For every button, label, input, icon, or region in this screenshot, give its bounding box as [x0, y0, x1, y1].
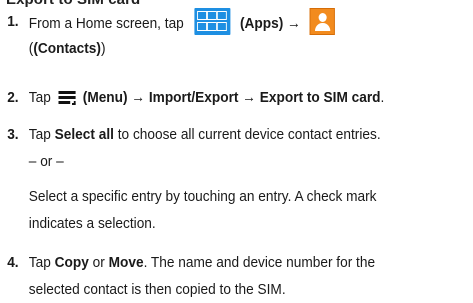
- copy-label: Copy: [54, 254, 89, 271]
- step-text: From a Home screen, tap: [28, 15, 184, 32]
- menu-icon: [58, 90, 76, 105]
- move-label: Move: [108, 254, 144, 271]
- section-heading-cut: Export to SIM card: [6, 0, 140, 8]
- step-number: 1.: [7, 13, 19, 30]
- period: .: [380, 89, 385, 106]
- step-text: Tap: [28, 89, 51, 106]
- step-text: to choose all current device contact ent…: [117, 126, 381, 143]
- select-all-label: Select all: [54, 126, 114, 143]
- contacts-label: (Contacts): [33, 40, 101, 57]
- step-text: Tap: [28, 126, 51, 143]
- step-text: selected contact is then copied to the S…: [28, 281, 286, 298]
- step-text: or: [92, 254, 105, 271]
- import-export-label: Import/Export: [148, 89, 239, 106]
- step-number: 3.: [7, 126, 19, 143]
- or-separator: – or –: [28, 153, 64, 170]
- arrow-icon: →: [131, 89, 146, 106]
- menu-label: (Menu): [82, 89, 128, 106]
- step-text: Select a specific entry by touching an e…: [28, 188, 377, 205]
- step-number: 2.: [7, 89, 19, 106]
- step-number: 4.: [7, 254, 19, 271]
- step-text: . The name and device number for the: [143, 254, 376, 271]
- apps-grid-icon: [194, 8, 231, 35]
- arrow-icon: →: [287, 15, 301, 32]
- arrow-icon: →: [242, 89, 256, 106]
- apps-label: (Apps): [239, 15, 284, 32]
- export-sim-label: Export to SIM card: [259, 89, 381, 106]
- step-text: Tap: [28, 254, 51, 271]
- contacts-icon: [309, 8, 336, 35]
- step-text: indicates a selection.: [28, 215, 156, 232]
